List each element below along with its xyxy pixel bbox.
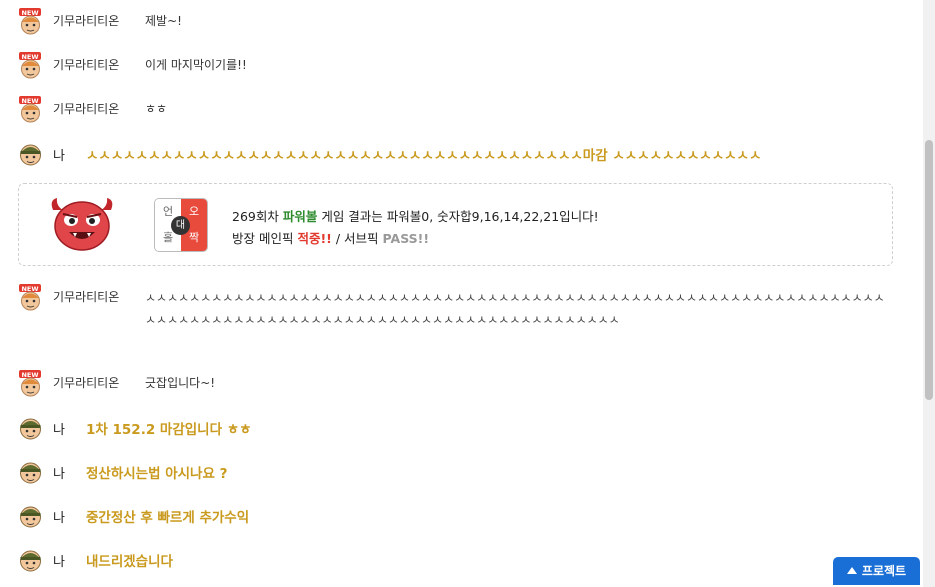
- result-numbers: 게임 결과는 파워볼0, 숫자합9,16,14,22,21입니다!: [317, 209, 599, 224]
- message-text: 이게 마지막이기를!!: [145, 58, 247, 72]
- result-round: 269회차: [232, 209, 283, 224]
- soldier-avatar-icon: [18, 458, 43, 485]
- game-name: 파워볼: [282, 209, 318, 224]
- soldier-avatar-icon: [18, 502, 43, 529]
- main-pick-label: 방장 메인픽: [232, 231, 298, 246]
- scrollbar-thumb[interactable]: [925, 140, 933, 400]
- message-text: 정산하시는법 아시나요 ?: [86, 466, 228, 482]
- pick-result: 방장 메인픽 적중!! / 서브픽 PASS!!: [232, 228, 429, 247]
- new-user-avatar-icon: NEW: [18, 284, 43, 311]
- badge-size-label: 대: [171, 216, 190, 235]
- message-text: 제발~!: [145, 14, 182, 28]
- result-summary: 269회차 파워볼 게임 결과는 파워볼0, 숫자합9,16,14,22,21입…: [232, 206, 599, 225]
- message-text: 중간정산 후 빠르게 추가수익: [86, 510, 250, 526]
- vertical-scrollbar[interactable]: [923, 0, 935, 587]
- chat-message-mine: 나 ㅅㅅㅅㅅㅅㅅㅅㅅㅅㅅㅅㅅㅅㅅㅅㅅㅅㅅㅅㅅㅅㅅㅅㅅㅅㅅㅅㅅㅅㅅㅅㅅㅅㅅㅅㅅㅅㅅ…: [0, 140, 923, 168]
- triangle-up-icon: [846, 567, 857, 574]
- game-result-card: 언 오 홀 짝 대 269회차 파워볼 게임 결과는 파워볼0, 숫자합9,16…: [18, 183, 893, 266]
- sub-pick-label: / 서브픽: [331, 231, 383, 246]
- message-text: ㅎㅎ: [145, 102, 168, 116]
- sender-name: 나: [53, 467, 65, 482]
- sender-name: 기무라티티온: [53, 58, 120, 72]
- soldier-avatar-icon: [18, 414, 43, 441]
- chat-message: NEW 기무라티티온 ㅅㅅㅅㅅㅅㅅㅅㅅㅅㅅㅅㅅㅅㅅㅅㅅㅅㅅㅅㅅㅅㅅㅅㅅㅅㅅㅅㅅㅅ…: [0, 284, 923, 348]
- soldier-avatar-icon: [18, 546, 43, 573]
- odd-even-badge: 언 오 홀 짝 대: [154, 198, 208, 252]
- message-text: 내드리겠습니다: [86, 554, 173, 570]
- chat-message: NEW 기무라티티온 이게 마지막이기를!!: [0, 52, 923, 80]
- main-pick-status: 적중!!: [297, 231, 332, 246]
- soldier-avatar-icon: [18, 140, 43, 167]
- chat-message: NEW 기무라티티온 ㅎㅎ: [0, 96, 923, 124]
- message-text: 1차 152.2 마감입니다 ㅎㅎ: [86, 422, 252, 438]
- chat-message-mine: 나 정산하시는법 아시나요 ?: [0, 458, 923, 486]
- message-text: ㅅㅅㅅㅅㅅㅅㅅㅅㅅㅅㅅㅅㅅㅅㅅㅅㅅㅅㅅㅅㅅㅅㅅㅅㅅㅅㅅㅅㅅㅅㅅㅅㅅㅅㅅㅅㅅㅅㅅㅅ…: [86, 148, 762, 164]
- sender-name: 기무라티티온: [53, 102, 120, 116]
- chat-message: NEW 기무라티티온 제발~!: [0, 8, 923, 36]
- chat-message-mine: 나 내드리겠습니다: [0, 546, 923, 574]
- devil-mascot-icon: [47, 196, 117, 256]
- message-text: ㅅㅅㅅㅅㅅㅅㅅㅅㅅㅅㅅㅅㅅㅅㅅㅅㅅㅅㅅㅅㅅㅅㅅㅅㅅㅅㅅㅅㅅㅅㅅㅅㅅㅅㅅㅅㅅㅅㅅㅅ…: [145, 291, 885, 327]
- sender-name: 기무라티티온: [53, 290, 120, 304]
- sender-name: 기무라티티온: [53, 376, 120, 390]
- sender-name: 기무라티티온: [53, 14, 120, 28]
- new-user-avatar-icon: NEW: [18, 96, 43, 123]
- chat-message-mine: 나 1차 152.2 마감입니다 ㅎㅎ: [0, 414, 923, 442]
- project-button[interactable]: 프로젝트: [833, 557, 920, 585]
- sender-name: 나: [53, 555, 65, 570]
- new-user-avatar-icon: NEW: [18, 8, 43, 35]
- message-text: 긋잡입니다~!: [145, 376, 216, 390]
- chat-message: NEW 기무라티티온 긋잡입니다~!: [0, 370, 923, 398]
- new-user-avatar-icon: NEW: [18, 370, 43, 397]
- chat-log: NEW 기무라티티온 제발~! NEW 기무라티티온 이게 마지막이기를!! N…: [0, 0, 923, 587]
- chat-message-mine: 나 중간정산 후 빠르게 추가수익: [0, 502, 923, 530]
- sender-name: 나: [53, 511, 65, 526]
- sender-name: 나: [53, 149, 65, 164]
- new-user-avatar-icon: NEW: [18, 52, 43, 79]
- sender-name: 나: [53, 423, 65, 438]
- sub-pick-status: PASS!!: [382, 231, 430, 246]
- project-button-label: 프로젝트: [861, 564, 907, 578]
